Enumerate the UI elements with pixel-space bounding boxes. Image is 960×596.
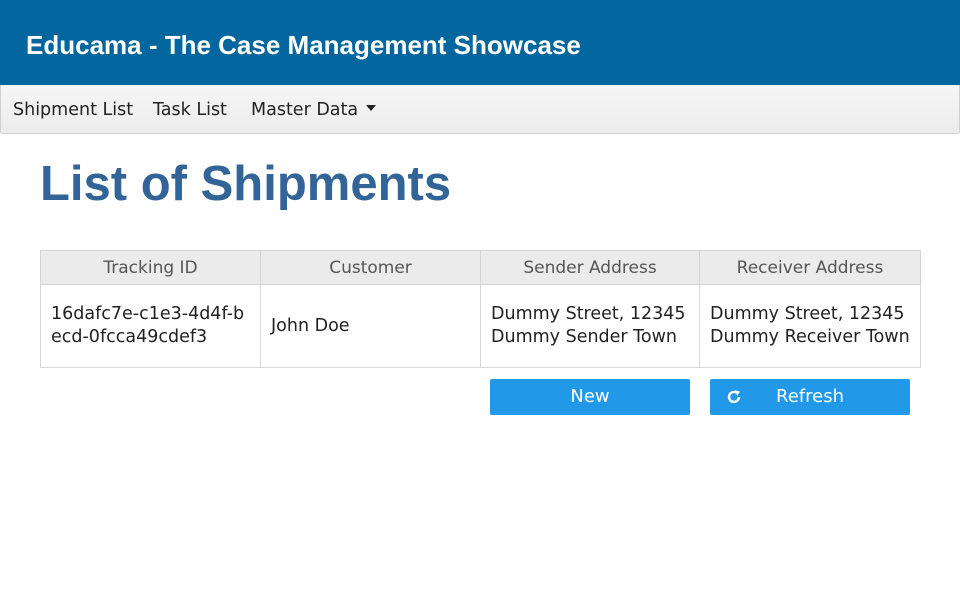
column-header-customer[interactable]: Customer xyxy=(260,250,481,285)
cell-receiver-address: Dummy Street, 12345 Dummy Receiver Town xyxy=(699,284,921,368)
app-header: Educama - The Case Management Showcase xyxy=(0,0,960,85)
app-title: Educama - The Case Management Showcase xyxy=(26,30,581,60)
table-row[interactable]: 16dafc7e-c1e3-4d4f-becd-0fcca49cdef3 Joh… xyxy=(40,284,921,368)
shipments-table: Tracking ID Customer Sender Address Rece… xyxy=(40,250,921,368)
menu-item-task-list[interactable]: Task List xyxy=(153,99,227,121)
column-header-receiver-address[interactable]: Receiver Address xyxy=(699,250,921,285)
caret-down-icon xyxy=(366,105,377,111)
refresh-icon xyxy=(724,379,744,415)
new-button[interactable]: New xyxy=(490,379,690,415)
refresh-button[interactable]: Refresh xyxy=(710,379,910,415)
menu-item-master-data-label: Master Data xyxy=(251,100,359,120)
table-header-row: Tracking ID Customer Sender Address Rece… xyxy=(40,250,921,285)
refresh-label: Refresh xyxy=(776,386,844,407)
menu-item-master-data[interactable]: Master Data xyxy=(251,99,377,121)
column-header-tracking-id[interactable]: Tracking ID xyxy=(40,250,261,285)
menu-item-shipment-list[interactable]: Shipment List xyxy=(13,99,133,121)
cell-customer: John Doe xyxy=(260,284,481,368)
menu-bar: Shipment List Task List Master Data xyxy=(0,85,960,134)
page-title: List of Shipments xyxy=(40,157,452,211)
column-header-sender-address[interactable]: Sender Address xyxy=(480,250,700,285)
cell-sender-address: Dummy Street, 12345 Dummy Sender Town xyxy=(480,284,700,368)
cell-tracking-id: 16dafc7e-c1e3-4d4f-becd-0fcca49cdef3 xyxy=(40,284,261,368)
